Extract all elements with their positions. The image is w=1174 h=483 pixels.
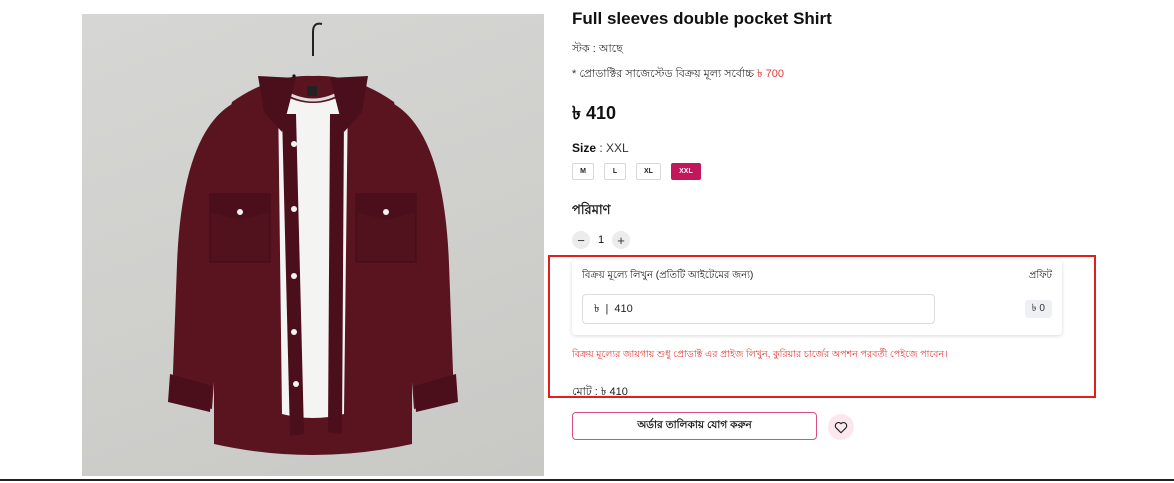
shirt-illustration bbox=[168, 22, 458, 455]
size-selected-value: : XXL bbox=[599, 141, 629, 155]
size-option-m[interactable]: M bbox=[572, 163, 594, 180]
suggested-price-note: * প্রোডাক্টির সাজেস্টেড বিক্রয় মূল্য সর… bbox=[572, 65, 784, 84]
quantity-value: 1 bbox=[597, 234, 605, 246]
size-option-l[interactable]: L bbox=[604, 163, 626, 180]
size-option-xl[interactable]: XL bbox=[636, 163, 661, 180]
quantity-increase-button[interactable]: + bbox=[612, 231, 630, 249]
quantity-label: পরিমাণ bbox=[572, 202, 611, 217]
resale-warning-text: বিক্রয় মূল্যের জায়গায় শুধু প্রোডাক্ট … bbox=[572, 349, 948, 360]
suggested-price-text: * প্রোডাক্টির সাজেস্টেড বিক্রয় মূল্য সর… bbox=[572, 68, 755, 80]
bottom-divider bbox=[0, 479, 1174, 481]
input-separator: | bbox=[605, 303, 609, 315]
wishlist-button[interactable] bbox=[828, 414, 854, 440]
stock-status: স্টক : আছে bbox=[572, 43, 623, 55]
product-page: Full sleeves double pocket Shirt স্টক : … bbox=[0, 0, 1174, 483]
product-price: ৳ 410 bbox=[572, 103, 616, 123]
add-to-order-list-button[interactable]: অর্ডার তালিকায় যোগ করুন bbox=[572, 412, 817, 440]
size-option-xxl[interactable]: XXL bbox=[670, 163, 701, 180]
profit-badge: ৳ 0 bbox=[1024, 300, 1052, 318]
resale-price-input[interactable]: ৳ | 410 bbox=[582, 294, 935, 324]
resale-price-label: বিক্রয় মূল্যে লিখুন (প্রতিটি আইটেমের জন… bbox=[582, 270, 754, 281]
quantity-stepper: − 1 + bbox=[572, 231, 630, 249]
product-title: Full sleeves double pocket Shirt bbox=[572, 9, 832, 28]
product-image bbox=[82, 14, 544, 476]
total-price: মোট : ৳ 410 bbox=[572, 386, 628, 398]
size-heading: Size : XXL bbox=[572, 141, 629, 155]
suggested-price-value: ৳ 700 bbox=[757, 68, 784, 80]
resale-price-card: বিক্রয় মূল্যে লিখুন (প্রতিটি আইটেমের জন… bbox=[572, 260, 1062, 335]
resale-price-value: 410 bbox=[614, 303, 633, 315]
profit-label: প্রফিট bbox=[1028, 270, 1052, 281]
quantity-decrease-button[interactable]: − bbox=[572, 231, 590, 249]
size-label: Size bbox=[572, 141, 597, 155]
heart-icon bbox=[834, 421, 848, 433]
size-options: M L XL XXL bbox=[572, 163, 701, 180]
currency-symbol: ৳ bbox=[594, 302, 600, 315]
